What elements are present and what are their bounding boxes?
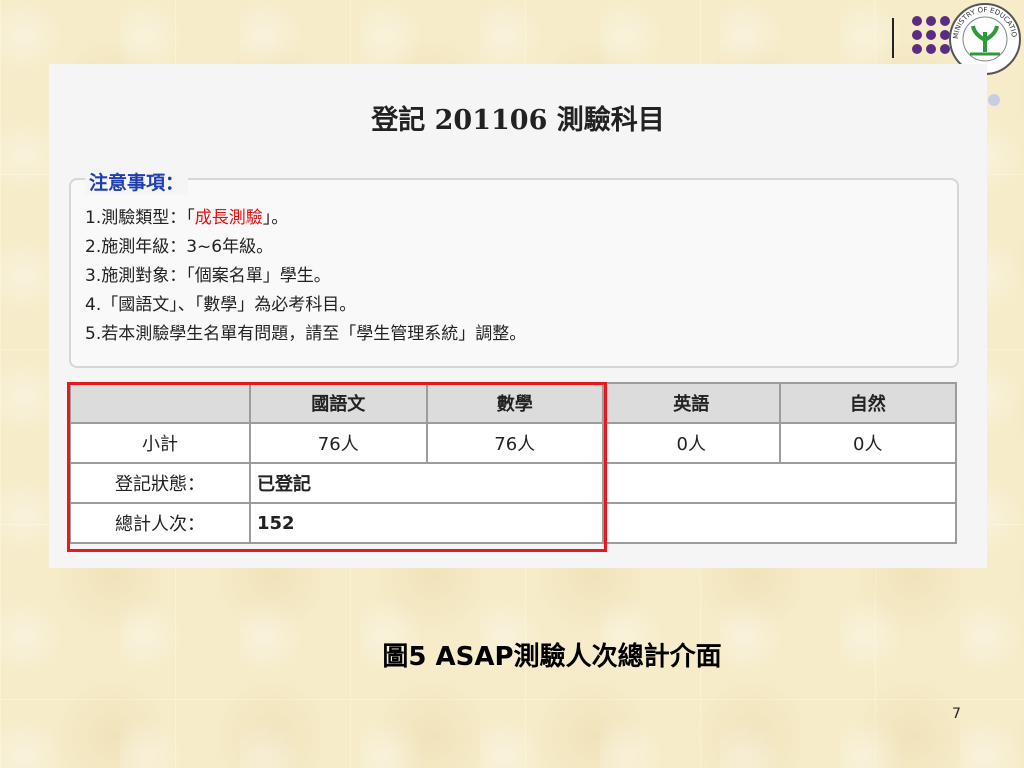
empty-cell — [602, 462, 957, 504]
notice-heading: 注意事項： — [85, 168, 189, 195]
empty-cell — [602, 502, 957, 544]
subtotal-science: 0人 — [778, 422, 957, 464]
notice-item: 1.測驗類型：「成長測驗」。 — [85, 208, 289, 228]
page-number: 7 — [952, 706, 961, 722]
highlight-box — [67, 382, 607, 552]
figure-caption: 圖5 ASAP測驗人次總計介面 — [382, 642, 722, 672]
notice-item: 4.「國語文」、「數學」為必考科目。 — [85, 295, 357, 315]
header-english: 英語 — [602, 382, 781, 424]
notice-item: 2.施測年級：3~6年級。 — [85, 237, 274, 257]
notice-panel: 注意事項： 1.測驗類型：「成長測驗」。 2.施測年級：3~6年級。 3.施測對… — [69, 168, 959, 368]
subtotal-english: 0人 — [602, 422, 781, 464]
page-title: 登記 201106 測驗科目 — [371, 105, 665, 136]
decorative-dots-icon — [912, 16, 952, 64]
header-science: 自然 — [778, 382, 957, 424]
notice-list: 1.測驗類型：「成長測驗」。 2.施測年級：3~6年級。 3.施測對象：「個案名… — [85, 204, 526, 349]
decorative-dot — [988, 94, 1000, 106]
divider-line — [892, 18, 894, 58]
notice-item: 5.若本測驗學生名單有問題，請至「學生管理系統」調整。 — [85, 324, 527, 344]
notice-item: 3.施測對象：「個案名單」學生。 — [85, 266, 331, 286]
